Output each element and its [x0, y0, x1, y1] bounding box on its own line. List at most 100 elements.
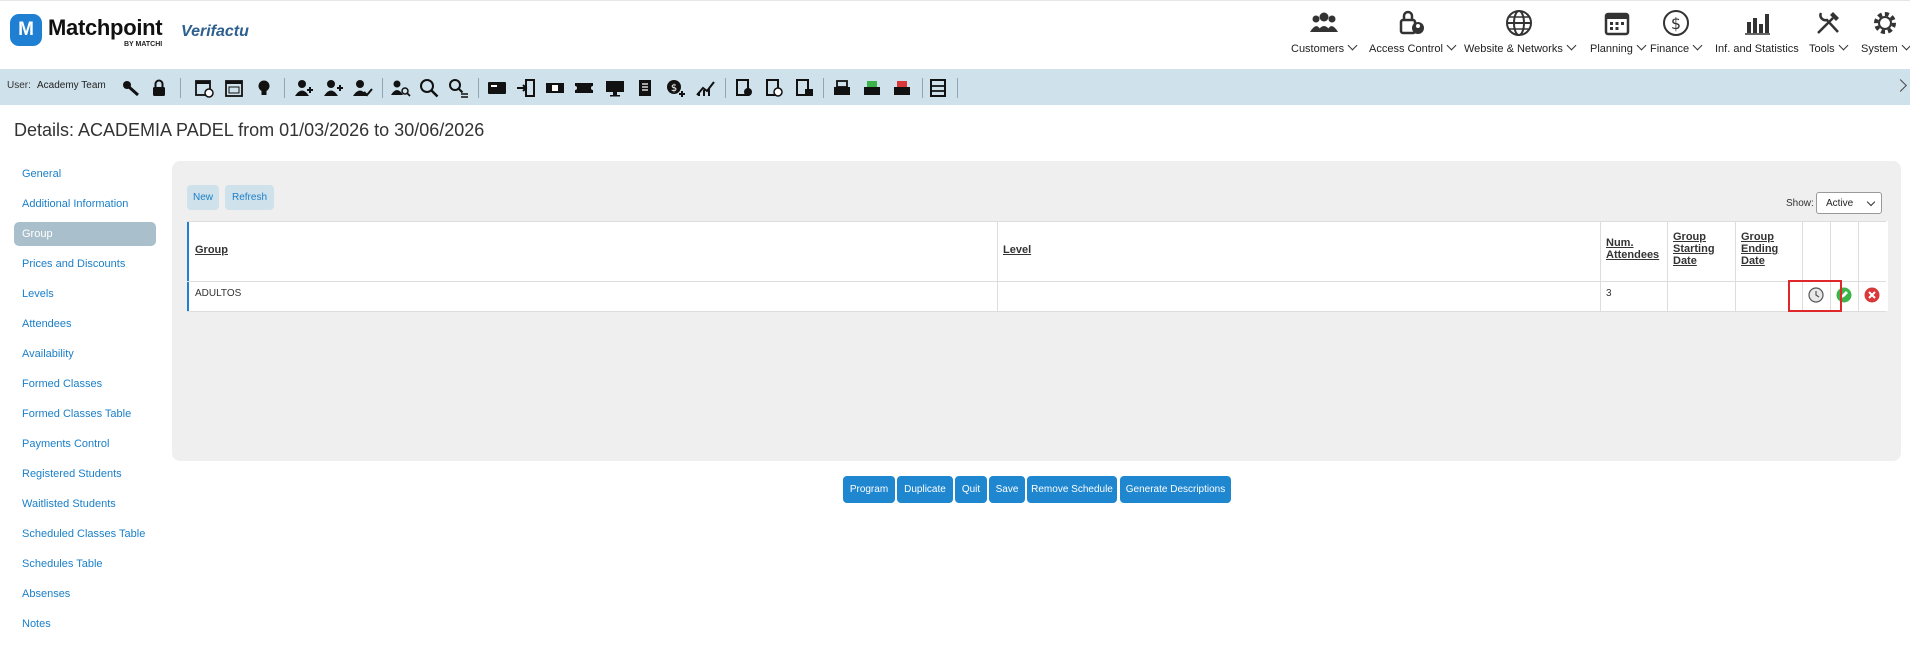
column-header-end-line2: Ending — [1741, 243, 1779, 255]
menu-customers[interactable]: Customers — [1291, 8, 1358, 55]
sidebar-item-availability[interactable]: Availability — [14, 342, 156, 366]
chevron-down-icon — [1692, 40, 1703, 51]
column-header-starting-date[interactable]: Group Starting Date — [1667, 221, 1735, 281]
brand-name[interactable]: Matchpoint — [48, 15, 163, 41]
chevron-down-icon — [1446, 40, 1457, 51]
column-header-level[interactable]: Level — [997, 221, 1599, 281]
document-add-icon[interactable] — [733, 77, 755, 99]
sidebar-item-scheduled-classes-table[interactable]: Scheduled Classes Table — [14, 522, 156, 546]
menu-website-label: Website & Networks — [1464, 43, 1563, 55]
column-divider — [997, 221, 998, 311]
column-header-ending-date[interactable]: Group Ending Date — [1735, 221, 1802, 281]
chevron-down-icon — [1838, 40, 1849, 51]
menu-finance[interactable]: $ Finance — [1650, 8, 1703, 55]
door-enter-icon[interactable] — [515, 77, 537, 99]
document-check-icon[interactable] — [763, 77, 785, 99]
sidebar-item-waitlisted-students[interactable]: Waitlisted Students — [14, 492, 156, 516]
gear-icon — [1874, 12, 1897, 34]
chevron-down-icon — [1866, 197, 1876, 207]
sidebar-item-group[interactable]: Group — [14, 222, 156, 246]
menu-access-control[interactable]: Access Control — [1369, 8, 1457, 55]
user-search-icon[interactable] — [389, 77, 411, 99]
highlight-box — [1788, 280, 1842, 312]
sidebar-item-prices-and-discounts[interactable]: Prices and Discounts — [14, 252, 156, 276]
chevron-down-icon — [1636, 40, 1647, 51]
menu-system-label: System — [1861, 43, 1898, 55]
delete-icon[interactable] — [1864, 287, 1880, 303]
program-button[interactable]: Program — [843, 476, 895, 503]
sidebar-item-additional-information[interactable]: Additional Information — [14, 192, 156, 216]
calendar-clock-icon[interactable] — [193, 77, 215, 99]
quit-button[interactable]: Quit — [955, 476, 987, 503]
generate-descriptions-button[interactable]: Generate Descriptions — [1120, 476, 1231, 503]
add-user-icon[interactable] — [293, 77, 315, 99]
document-edit-icon[interactable] — [793, 77, 815, 99]
ticket-icon[interactable] — [573, 77, 595, 99]
column-header-group[interactable]: Group — [189, 221, 997, 281]
monitor-icon[interactable] — [604, 77, 626, 99]
cell-num-attendees: 3 — [1606, 288, 1612, 299]
menu-access-control-label: Access Control — [1369, 43, 1443, 55]
lightbulb-icon[interactable] — [253, 77, 275, 99]
toolbar-separator — [382, 78, 383, 98]
sidebar-item-absenses[interactable]: Absenses — [14, 582, 156, 606]
matchpoint-logo-icon[interactable]: M — [10, 14, 42, 46]
search-list-icon[interactable] — [447, 77, 469, 99]
brand-sub: BY MATCHI — [124, 41, 163, 48]
menu-planning-label: Planning — [1590, 43, 1633, 55]
page-title: Details: ACADEMIA PADEL from 01/03/2026 … — [14, 120, 485, 140]
lock-icon[interactable] — [148, 77, 170, 99]
register-icon[interactable] — [831, 77, 853, 99]
sidebar-item-schedules-table[interactable]: Schedules Table — [14, 552, 156, 576]
menu-planning[interactable]: Planning — [1590, 8, 1647, 55]
sidebar-item-attendees[interactable]: Attendees — [14, 312, 156, 336]
column-header-num-attendees[interactable]: Num. Attendees — [1600, 221, 1667, 281]
column-header-level-label: Level — [1003, 244, 1032, 256]
menu-system[interactable]: System — [1861, 8, 1910, 55]
column-divider — [1600, 221, 1601, 311]
menu-website-networks[interactable]: Website & Networks — [1464, 8, 1577, 55]
menu-customers-label: Customers — [1291, 43, 1345, 55]
globe-icon — [1506, 10, 1533, 36]
user-check-icon[interactable] — [351, 77, 373, 99]
sidebar-item-levels[interactable]: Levels — [14, 282, 156, 306]
column-header-start-line2: Starting — [1673, 243, 1715, 255]
sidebar-item-registered-students[interactable]: Registered Students — [14, 462, 156, 486]
duplicate-button[interactable]: Duplicate — [897, 476, 953, 503]
menu-finance-label: Finance — [1650, 43, 1690, 55]
sidebar-item-formed-classes[interactable]: Formed Classes — [14, 372, 156, 396]
save-button[interactable]: Save — [989, 476, 1025, 503]
register-close-icon[interactable] — [891, 77, 913, 99]
calendar-icon[interactable] — [223, 77, 245, 99]
search-icon[interactable] — [418, 77, 440, 99]
remove-schedule-button[interactable]: Remove Schedule — [1027, 476, 1117, 503]
sidebar-item-formed-classes-table[interactable]: Formed Classes Table — [14, 402, 156, 426]
register-open-icon[interactable] — [861, 77, 883, 99]
line-chart-icon[interactable] — [694, 77, 716, 99]
menu-tools-label: Tools — [1809, 43, 1835, 55]
chevron-down-icon — [1901, 40, 1910, 51]
menu-statistics[interactable]: Inf. and Statistics — [1715, 8, 1799, 55]
show-select[interactable]: Active — [1816, 192, 1882, 214]
access-control-icon — [1399, 10, 1424, 35]
menu-tools[interactable]: Tools — [1809, 8, 1849, 55]
coin-add-icon[interactable]: $ — [664, 77, 686, 99]
dollar-icon: $ — [1662, 10, 1689, 36]
ticket-icon[interactable] — [544, 77, 566, 99]
sidebar-item-payments-control[interactable]: Payments Control — [14, 432, 156, 456]
document-icon[interactable] — [634, 77, 656, 99]
chevron-down-icon — [1347, 40, 1358, 51]
show-label: Show: — [1786, 198, 1814, 209]
add-user-icon[interactable] — [322, 77, 344, 99]
key-icon[interactable] — [120, 77, 142, 99]
archive-icon[interactable] — [927, 77, 949, 99]
new-button[interactable]: New — [187, 185, 219, 210]
refresh-button[interactable]: Refresh — [225, 185, 274, 210]
card-icon[interactable] — [486, 77, 508, 99]
sidebar-item-notes[interactable]: Notes — [14, 612, 156, 636]
quick-toolbar — [0, 69, 1910, 105]
row-divider — [187, 281, 1886, 282]
bar-chart-icon — [1744, 14, 1770, 35]
calendar-icon — [1605, 12, 1630, 36]
sidebar-item-general[interactable]: General — [14, 162, 156, 186]
